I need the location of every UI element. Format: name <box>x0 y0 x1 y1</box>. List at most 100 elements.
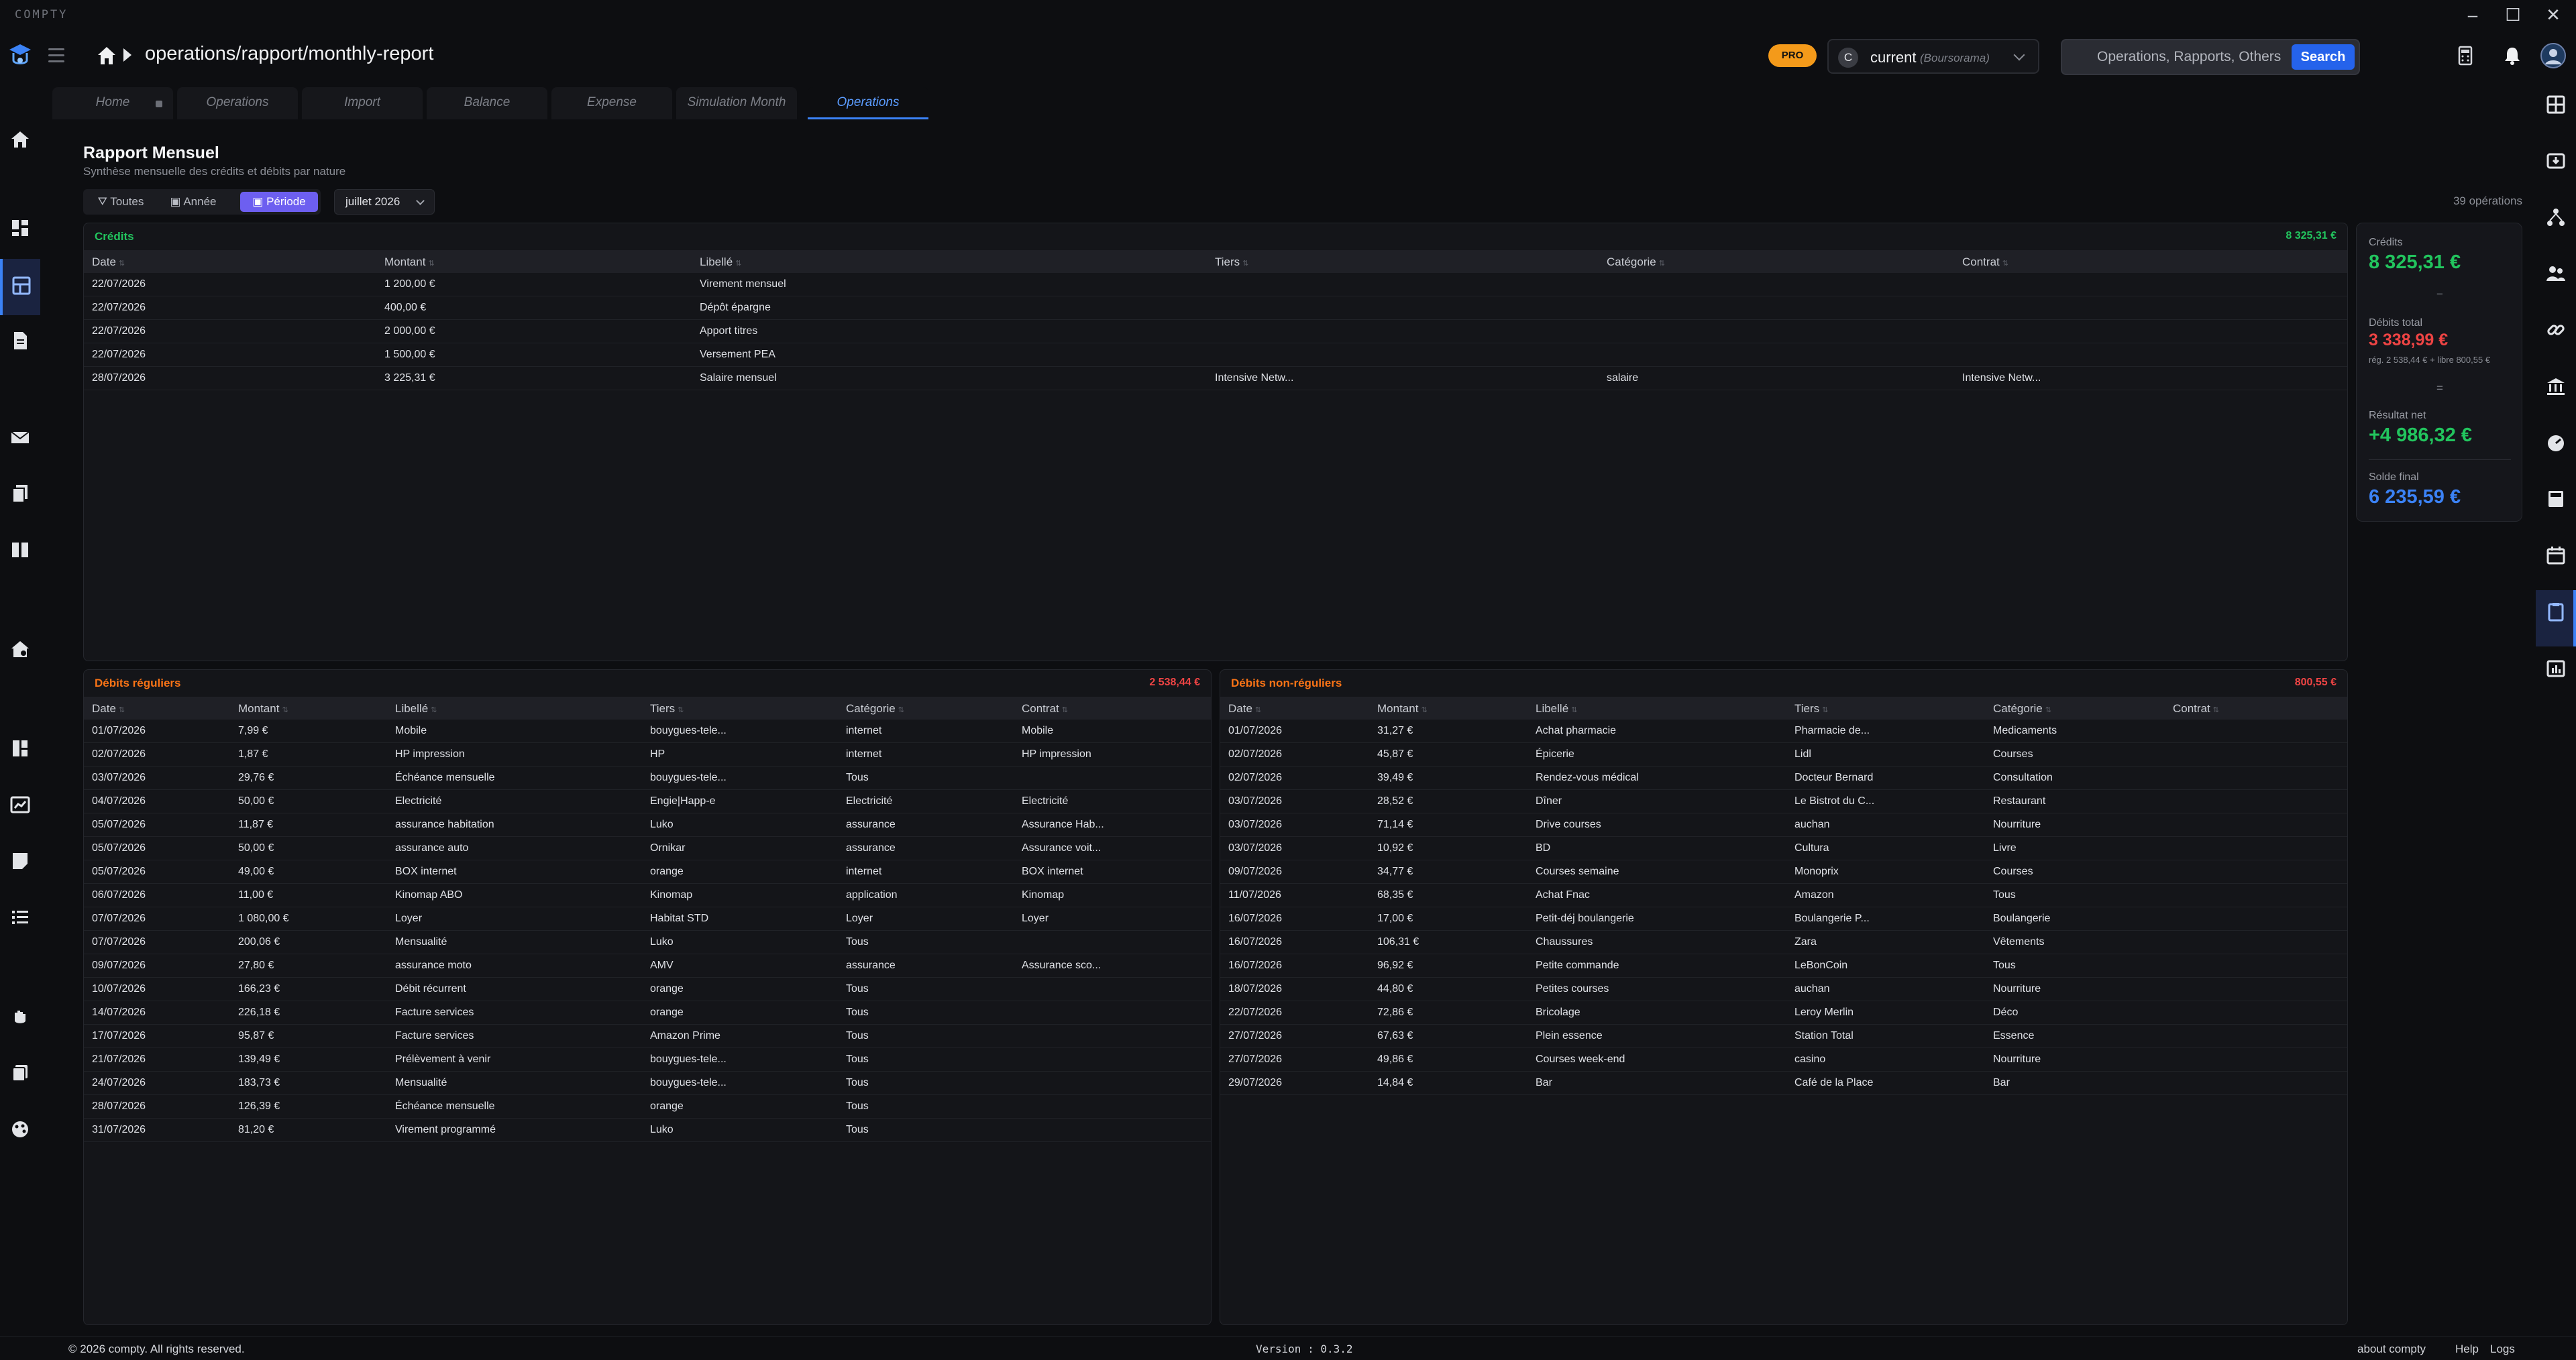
link-icon[interactable] <box>2545 319 2567 341</box>
calculator-icon[interactable] <box>2545 488 2567 510</box>
dashboard-icon[interactable] <box>9 217 31 239</box>
tab-balance[interactable]: Balance <box>427 87 547 119</box>
table-row[interactable]: 03/07/2026 28,52 € Dîner Le Bistrot du C...… <box>1220 790 2347 813</box>
clipboard-icon[interactable] <box>2545 601 2567 622</box>
column-header-category[interactable]: Catégorie ⇅ <box>1607 256 1665 269</box>
column-header-amount[interactable]: Montant ⇅ <box>238 702 288 716</box>
tab-home[interactable]: Home <box>52 87 173 119</box>
table-row[interactable]: 27/07/2026 49,86 € Courses week-end casino N… <box>1220 1048 2347 1072</box>
column-header-category[interactable]: Catégorie ⇅ <box>846 702 904 716</box>
tab-simulation-month[interactable]: Simulation Month <box>676 87 797 119</box>
palette-icon[interactable] <box>9 1119 31 1140</box>
document-icon[interactable] <box>9 330 31 351</box>
close-icon[interactable]: ✕ <box>2533 3 2573 27</box>
binders-icon[interactable] <box>9 539 31 561</box>
help-link[interactable]: Help <box>2455 1343 2479 1356</box>
column-header-contract[interactable]: Contrat ⇅ <box>1022 702 1068 716</box>
table-row[interactable]: 02/07/2026 45,87 € Épicerie Lidl Courses <box>1220 743 2347 767</box>
about-link[interactable]: about compty <box>2357 1343 2426 1356</box>
minimize-icon[interactable]: – <box>2453 3 2493 27</box>
table-row[interactable]: 10/07/2026 166,23 € Débit récurrent orange T… <box>84 978 1211 1001</box>
table-row[interactable]: 31/07/2026 81,20 € Virement programmé Luko T… <box>84 1119 1211 1142</box>
table-row[interactable]: 16/07/2026 17,00 € Petit-déj boulangerie Bo… <box>1220 907 2347 931</box>
sort-icon[interactable]: ⇅ <box>898 706 904 714</box>
users-icon[interactable] <box>2545 263 2567 284</box>
search-input[interactable]: Operations, Rapports, Others Search <box>2061 39 2360 75</box>
inbox-download-icon[interactable] <box>2545 150 2567 172</box>
calendar-icon[interactable] <box>2545 545 2567 566</box>
network-icon[interactable] <box>2545 207 2567 228</box>
table-row[interactable]: 03/07/2026 10,92 € BD Cultura Livre <box>1220 837 2347 860</box>
column-header-date[interactable]: Date ⇅ <box>1228 702 1261 716</box>
filter-year-button[interactable]: ▣ Année <box>158 192 228 212</box>
sort-icon[interactable]: ⇅ <box>428 260 434 268</box>
sort-icon[interactable]: ⇅ <box>678 706 684 714</box>
table-row[interactable]: 22/07/2026 1 200,00 € Virement mensuel <box>84 273 2347 296</box>
column-header-contract[interactable]: Contrat ⇅ <box>2173 702 2219 716</box>
sort-icon[interactable]: ⇅ <box>119 260 125 268</box>
column-header-label[interactable]: Libellé ⇅ <box>700 256 741 269</box>
table-row[interactable]: 18/07/2026 44,80 € Petites courses auchan No… <box>1220 978 2347 1001</box>
sort-icon[interactable]: ⇅ <box>431 706 437 714</box>
table-row[interactable]: 16/07/2026 106,31 € Chaussures Zara Vêtement… <box>1220 931 2347 954</box>
breadcrumb[interactable]: operations/rapport/monthly-report <box>145 43 433 65</box>
column-header-payee[interactable]: Tiers ⇅ <box>1215 256 1248 269</box>
chart-card-icon[interactable] <box>9 794 31 815</box>
table-row[interactable]: 05/07/2026 11,87 € assurance habitation Luk… <box>84 813 1211 837</box>
gauge-icon[interactable] <box>2545 432 2567 453</box>
sort-icon[interactable]: ⇅ <box>1659 260 1665 268</box>
mail-money-icon[interactable] <box>9 427 31 448</box>
column-header-date[interactable]: Date ⇅ <box>92 256 125 269</box>
column-header-category[interactable]: Catégorie ⇅ <box>1993 702 2051 716</box>
search-button[interactable]: Search <box>2292 44 2355 70</box>
pages-icon[interactable] <box>9 738 31 759</box>
logs-link[interactable]: Logs <box>2490 1343 2515 1356</box>
table-row[interactable]: 03/07/2026 71,14 € Drive courses auchan Nour… <box>1220 813 2347 837</box>
table-row[interactable]: 01/07/2026 7,99 € Mobile bouygues-tele... in… <box>84 720 1211 743</box>
column-header-contract[interactable]: Contrat ⇅ <box>1962 256 2008 269</box>
bell-icon[interactable] <box>2501 44 2524 67</box>
table-row[interactable]: 03/07/2026 29,76 € Échéance mensuelle bouyg… <box>84 767 1211 790</box>
column-header-amount[interactable]: Montant ⇅ <box>1377 702 1428 716</box>
menu-icon[interactable] <box>48 48 64 63</box>
table-row[interactable]: 22/07/2026 2 000,00 € Apport titres <box>84 320 2347 343</box>
account-selector[interactable]: C current (Boursorama) <box>1827 39 2039 74</box>
table-row[interactable]: 01/07/2026 31,27 € Achat pharmacie Pharmaci… <box>1220 720 2347 743</box>
sort-icon[interactable]: ⇅ <box>1242 260 1248 268</box>
grid-icon[interactable] <box>2545 94 2567 115</box>
sort-icon[interactable]: ⇅ <box>282 706 288 714</box>
table-row[interactable]: 07/07/2026 200,06 € Mensualité Luko Tous <box>84 931 1211 954</box>
sort-icon[interactable]: ⇅ <box>2213 706 2219 714</box>
table-row[interactable]: 02/07/2026 1,87 € HP impression HP internet H… <box>84 743 1211 767</box>
table-row[interactable]: 28/07/2026 126,39 € Échéance mensuelle oran… <box>84 1095 1211 1119</box>
table-row[interactable]: 16/07/2026 96,92 € Petite commande LeBonCoi… <box>1220 954 2347 978</box>
table-row[interactable]: 17/07/2026 95,87 € Facture services Amazon … <box>84 1025 1211 1048</box>
maximize-icon[interactable]: ☐ <box>2493 3 2533 27</box>
sort-icon[interactable]: ⇅ <box>1255 706 1261 714</box>
table-row[interactable]: 29/07/2026 14,84 € Bar Café de la Place Bar <box>1220 1072 2347 1095</box>
tab-operations[interactable]: Operations <box>177 87 298 119</box>
column-header-payee[interactable]: Tiers ⇅ <box>650 702 684 716</box>
user-avatar-icon[interactable] <box>2540 42 2567 69</box>
app-logo-icon[interactable] <box>5 42 35 71</box>
sort-icon[interactable]: ⇅ <box>2045 706 2051 714</box>
files-icon[interactable] <box>9 483 31 504</box>
table-row[interactable]: 07/07/2026 1 080,00 € Loyer Habitat STD Loye… <box>84 907 1211 931</box>
column-header-label[interactable]: Libellé ⇅ <box>1536 702 1577 716</box>
sort-icon[interactable]: ⇅ <box>735 260 741 268</box>
column-header-label[interactable]: Libellé ⇅ <box>395 702 437 716</box>
sort-icon[interactable]: ⇅ <box>1421 706 1427 714</box>
month-select[interactable]: juillet 2026 <box>334 189 435 215</box>
table-row[interactable]: 06/07/2026 11,00 € Kinomap ABO Kinomap appli… <box>84 884 1211 907</box>
hand-icon[interactable] <box>9 1006 31 1027</box>
column-header-amount[interactable]: Montant ⇅ <box>384 256 435 269</box>
table-row[interactable]: 11/07/2026 68,35 € Achat Fnac Amazon Tous <box>1220 884 2347 907</box>
filter-period-button[interactable]: ▣ Période <box>240 192 318 212</box>
tab-import[interactable]: Import <box>302 87 423 119</box>
calculator-icon[interactable] <box>2454 44 2477 67</box>
list-icon[interactable] <box>9 907 31 928</box>
table-row[interactable]: 22/07/2026 72,86 € Bricolage Leroy Merlin Dé… <box>1220 1001 2347 1025</box>
table-row[interactable]: 09/07/2026 34,77 € Courses semaine Monoprix… <box>1220 860 2347 884</box>
table-row[interactable]: 22/07/2026 1 500,00 € Versement PEA <box>84 343 2347 367</box>
table-row[interactable]: 05/07/2026 50,00 € assurance auto Ornikar as… <box>84 837 1211 860</box>
